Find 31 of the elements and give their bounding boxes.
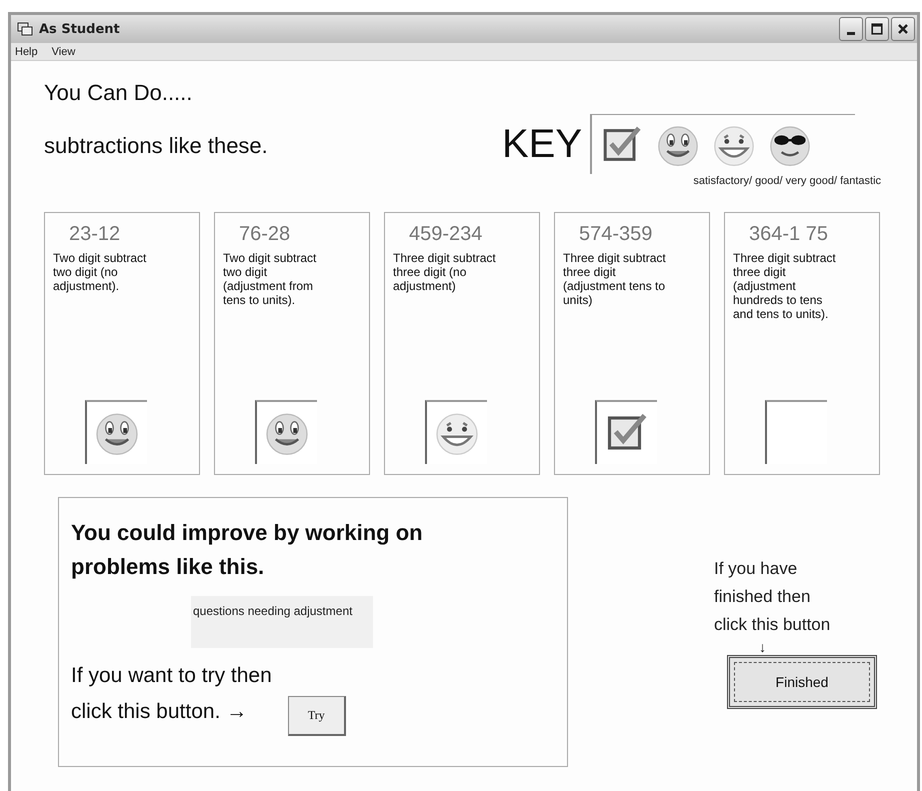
skill-description: Two digit subtract two digit (no adjustment). — [53, 251, 148, 293]
skill-description: Three digit subtract three digit (no adjustment) — [393, 251, 497, 293]
minimize-button[interactable] — [839, 17, 863, 41]
subtraction-example: 364-1 75 — [748, 223, 829, 247]
window-icon — [17, 22, 33, 36]
skill-description: Three digit subtract three digit (adjustment tens to units) — [563, 251, 667, 307]
down-arrow: ↓ — [759, 639, 767, 655]
try-instruction: If you want to try then — [71, 663, 272, 689]
try-instruction: click this button. → — [71, 699, 248, 725]
try-button[interactable]: Try — [288, 696, 346, 736]
menu-item[interactable]: View — [52, 46, 76, 58]
subtraction-example: 76-28 — [238, 223, 292, 247]
maximize-icon — [869, 21, 885, 37]
window-title: As Student — [39, 22, 121, 36]
maximize-button[interactable] — [865, 17, 889, 41]
key-caption: satisfactory/ good/ very good/ fantastic — [693, 175, 882, 187]
heading-text: You Can Do..... — [44, 79, 194, 107]
subtraction-example: 23-12 — [68, 223, 122, 247]
subtraction-example: 459-234 — [408, 223, 484, 247]
skill-description: Three digit subtract three digit (adjustment hundreds to tens and tens to units). — [733, 251, 837, 321]
finish-instruction: If you have finished then click this button — [714, 558, 832, 636]
heading-text: subtractions like these. — [44, 133, 269, 159]
key-label: KEY — [502, 122, 582, 166]
subtraction-example: 574-359 — [578, 223, 654, 247]
skill-description: Two digit subtract two digit (adjustment from tens to units). — [223, 251, 318, 307]
topic-label: questions needing adjustment — [191, 596, 373, 648]
menu-item[interactable]: Help — [15, 46, 38, 58]
close-button[interactable] — [891, 17, 915, 41]
minimize-icon — [847, 32, 855, 34]
improve-title: You could improve by working on problems like this. — [71, 519, 424, 581]
finished-button[interactable]: Finished — [727, 655, 877, 709]
